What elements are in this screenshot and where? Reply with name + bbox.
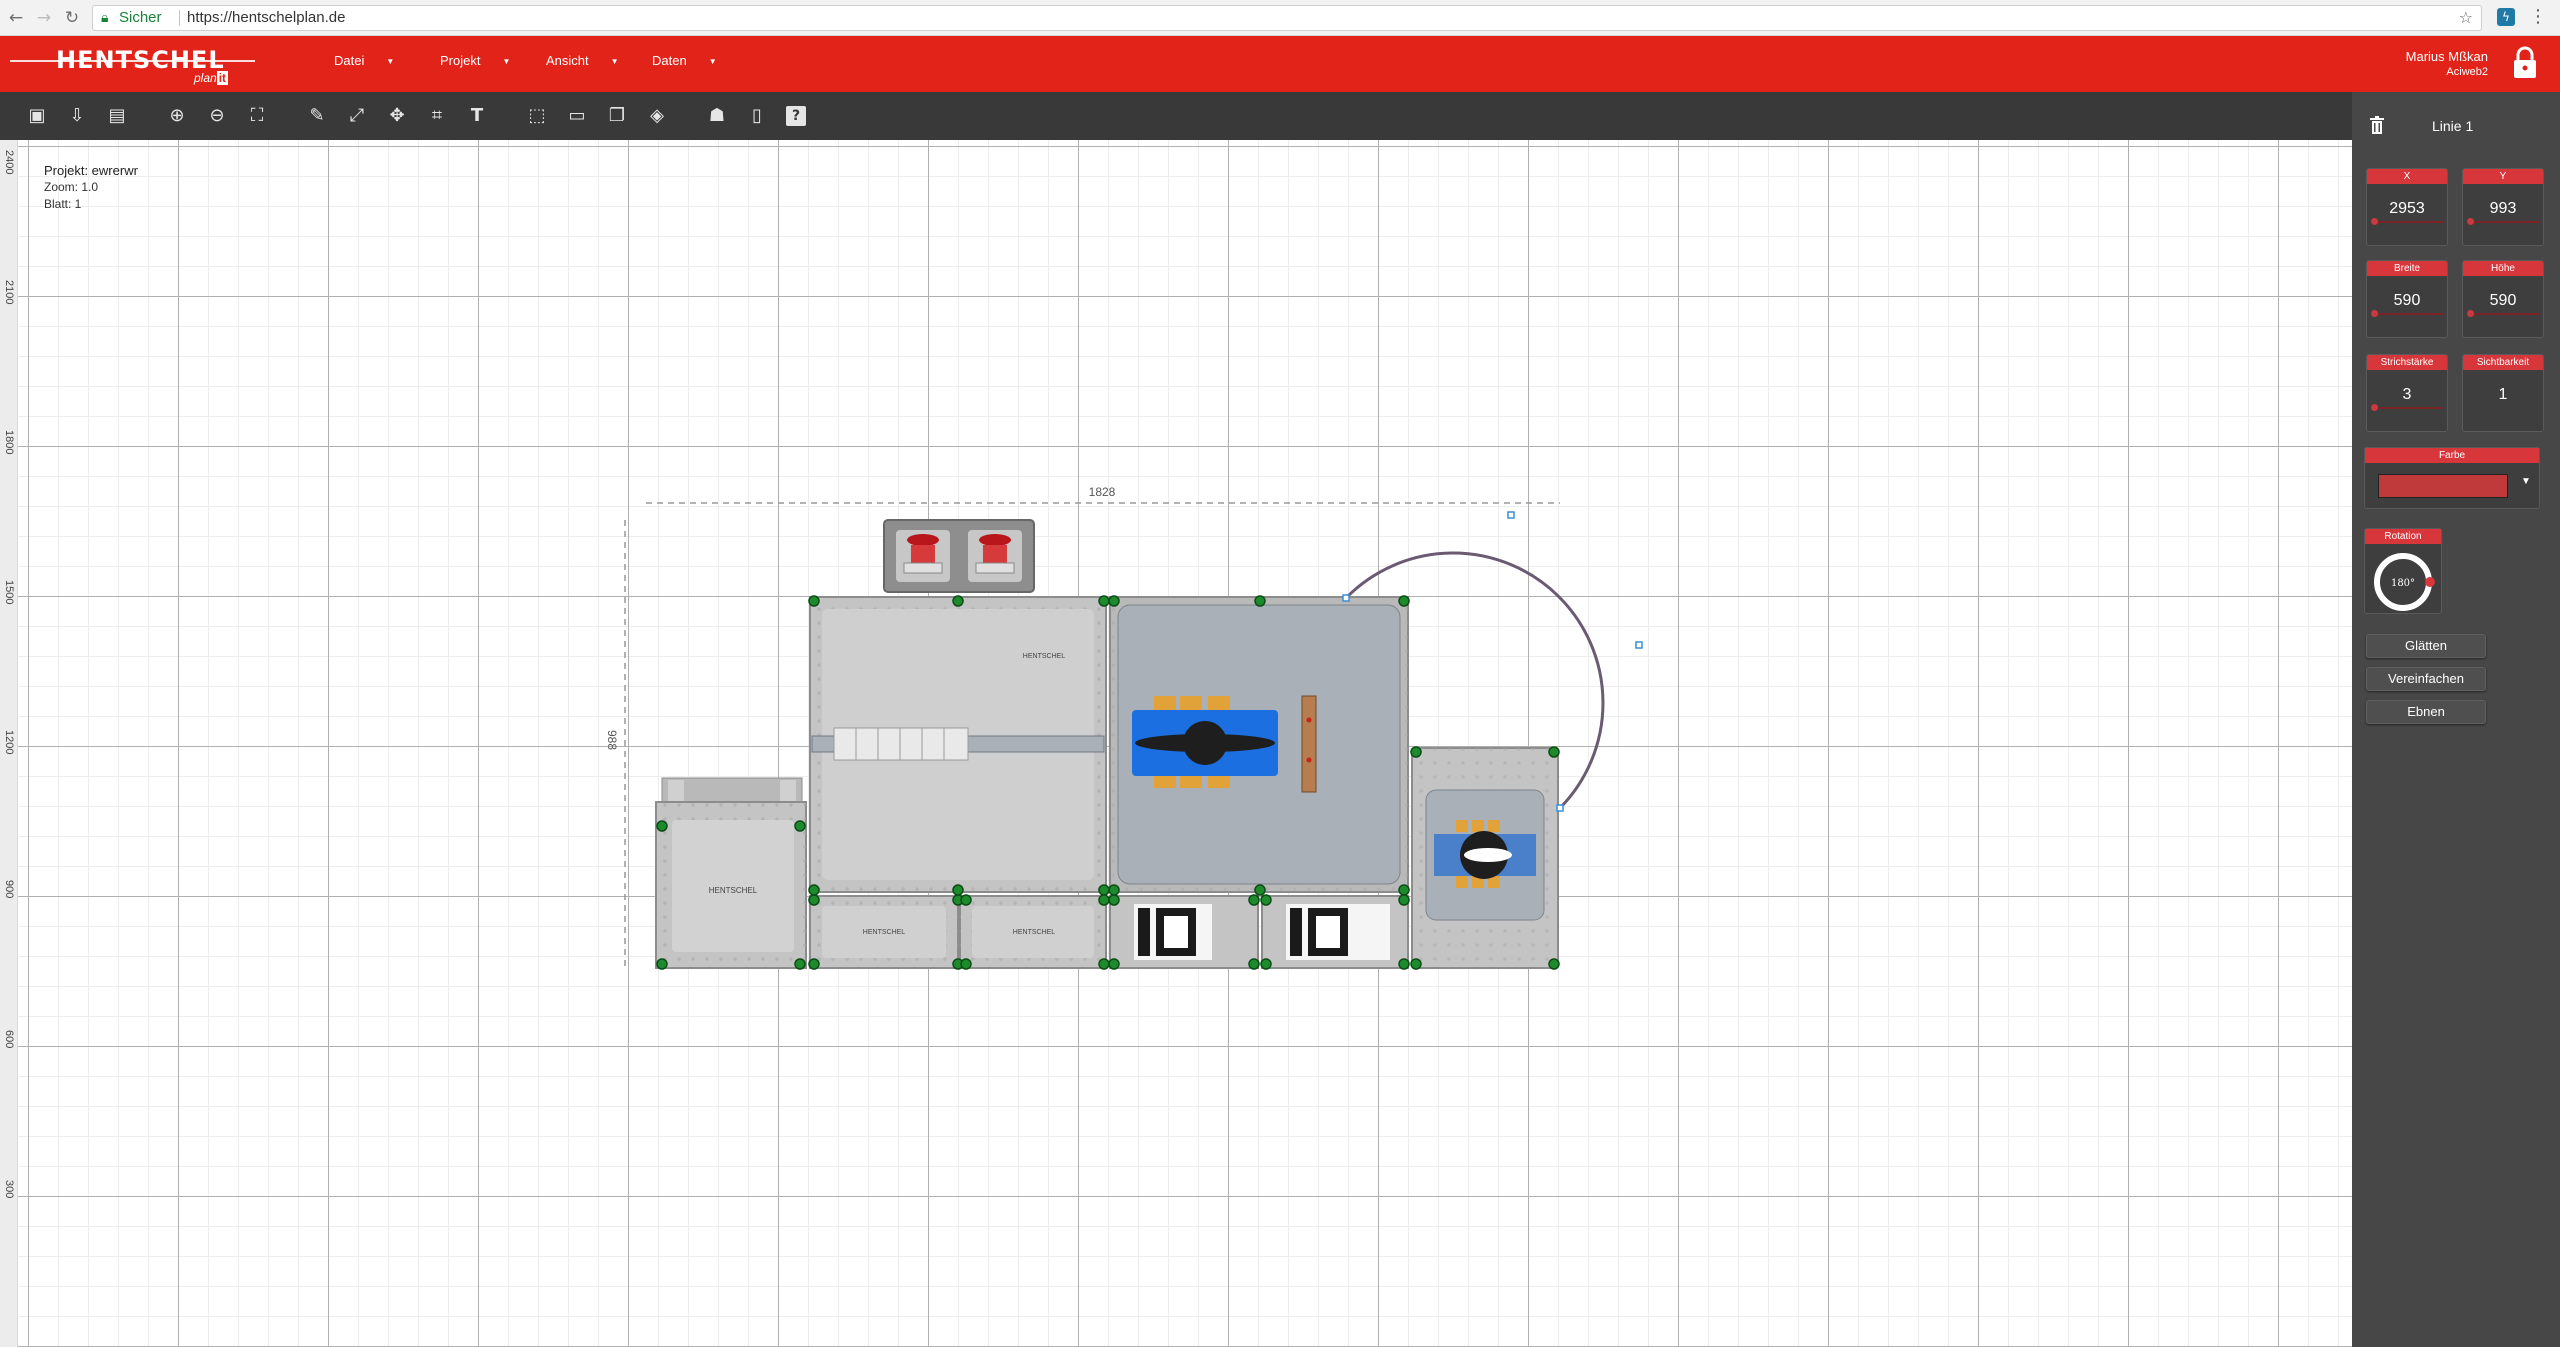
text-icon[interactable]: T [464, 103, 490, 129]
properties-panel: Linie 1 X 2953 Y 993 Breite 590 Höhe 590… [2352, 92, 2560, 1347]
enclosure-main-left[interactable]: HENTSCHEL [809, 596, 1107, 893]
move-icon[interactable]: ✥ [384, 103, 410, 129]
help-icon[interactable]: ? [786, 106, 806, 126]
reload-icon[interactable]: ↻ [62, 8, 82, 28]
menu-ansicht[interactable]: Ansicht ▼ [546, 53, 619, 68]
color-swatch[interactable] [2378, 474, 2508, 498]
select-icon[interactable]: ⬚ [524, 103, 550, 129]
user-icon[interactable]: ☗ [704, 103, 730, 129]
prop-x[interactable]: X 2953 [2366, 168, 2448, 246]
svg-text:HENTSCHEL: HENTSCHEL [863, 929, 906, 936]
enclosure-right-switch[interactable] [1411, 747, 1559, 969]
back-icon[interactable]: ← [6, 8, 26, 28]
svg-text:180°: 180° [2391, 578, 2415, 589]
fuse-box-1[interactable] [1109, 895, 1259, 969]
fill-icon[interactable]: ◈ [644, 103, 670, 129]
vereinfachen-button[interactable]: Vereinfachen [2366, 667, 2486, 691]
save-icon[interactable]: ▣ [24, 103, 50, 129]
rotation-dial[interactable]: 180° [2365, 544, 2443, 614]
line-icon[interactable]: ⤢ [344, 103, 370, 129]
drawing-canvas[interactable]: Projekt: ewrerwr Zoom: 1.0 Blatt: 1 1828… [18, 140, 2352, 1347]
prop-breite[interactable]: Breite 590 [2366, 260, 2448, 338]
toolbar: ▣ ⇩ ▤ ⊕ ⊖ ⛶ ✎ ⤢ ✥ ⌗ T ⬚ ▭ ❐ ◈ ☗ ▯ ? [0, 92, 2352, 140]
prop-hoehe[interactable]: Höhe 590 [2462, 260, 2544, 338]
ebnen-button[interactable]: Ebnen [2366, 700, 2486, 724]
user-org: Aciweb2 [2446, 66, 2488, 78]
url-text[interactable]: https://hentschelplan.de [187, 6, 345, 30]
transform-icon[interactable]: ⌗ [424, 103, 450, 129]
user-info: Marius Mßkan Aciweb2 [2406, 49, 2488, 78]
fuse-box-2[interactable] [1261, 895, 1409, 969]
menu-datei[interactable]: Datei ▼ [334, 53, 394, 68]
selection-handle[interactable] [1556, 804, 1564, 812]
export-icon[interactable]: ▤ [104, 103, 130, 129]
bookmark-star-icon[interactable]: ☆ [2459, 6, 2473, 30]
prop-strichstaerke[interactable]: Strichstärke 3 [2366, 354, 2448, 432]
book-icon[interactable]: ▯ [744, 103, 770, 129]
enclosure-small-left[interactable]: HENTSCHEL [655, 777, 807, 969]
chevron-down-icon[interactable]: ▼ [2521, 476, 2531, 487]
svg-text:HENTSCHEL: HENTSCHEL [1023, 653, 1066, 660]
svg-text:HENTSCHEL: HENTSCHEL [1013, 929, 1056, 936]
delete-icon[interactable] [2370, 116, 2384, 134]
secure-lock-icon: 🔒︎ [101, 10, 109, 26]
address-bar[interactable]: 🔒︎ Sicher https://hentschelplan.de ☆ [92, 5, 2482, 31]
enclosure-bottom-1[interactable]: HENTSCHEL [809, 895, 959, 969]
prop-sichtbarkeit[interactable]: Sichtbarkeit 1 [2462, 354, 2544, 432]
secure-label: Sicher [119, 9, 162, 26]
browser-bar: ← → ↻ 🔒︎ Sicher https://hentschelplan.de… [0, 0, 2560, 36]
enclosure-bottom-2[interactable]: HENTSCHEL [959, 895, 1107, 969]
glaetten-button[interactable]: Glätten [2366, 634, 2486, 658]
ruler-icon[interactable]: ▭ [564, 103, 590, 129]
svg-text:HENTSCHEL: HENTSCHEL [709, 886, 758, 895]
selection-handle[interactable] [1635, 641, 1643, 649]
zoom-out-icon[interactable]: ⊖ [204, 103, 230, 129]
schematic-drawing[interactable]: 1828 988 HENTSCHEL HENTSCHEL HENTSCHEL H… [18, 140, 2352, 1347]
hentschel-logo[interactable]: HENTSCHEL plan it [10, 42, 260, 86]
extension-icon[interactable]: ϟ [2497, 8, 2515, 26]
draw-icon[interactable]: ✎ [304, 103, 330, 129]
menu-projekt[interactable]: Projekt ▼ [440, 53, 510, 68]
forward-icon[interactable]: → [34, 8, 54, 28]
control-unit-top[interactable] [883, 519, 1035, 593]
copy-icon[interactable]: ❐ [604, 103, 630, 129]
enclosure-main-switch[interactable] [1109, 596, 1409, 893]
zoom-fit-icon[interactable]: ⛶ [244, 103, 270, 129]
selection-handle[interactable] [1507, 511, 1515, 519]
dimension-height-label: 988 [605, 730, 619, 750]
user-name: Marius Mßkan [2405, 49, 2488, 64]
menu-daten[interactable]: Daten ▼ [652, 53, 717, 68]
selection-handle[interactable] [1342, 594, 1350, 602]
panel-title: Linie 1 [2432, 118, 2474, 134]
vertical-ruler: 2400 2100 1800 1500 1200 900 600 300 [0, 140, 18, 1347]
dimension-width-label: 1828 [1089, 485, 1116, 499]
logout-lock-icon[interactable] [2512, 46, 2538, 80]
import-icon[interactable]: ⇩ [64, 103, 90, 129]
rotation-control[interactable]: Rotation 180° [2364, 528, 2442, 614]
app-header: HENTSCHEL plan it Datei ▼ Projekt ▼ Ansicht… [0, 36, 2560, 92]
zoom-in-icon[interactable]: ⊕ [164, 103, 190, 129]
browser-menu-icon[interactable]: ⋮ [2528, 7, 2548, 27]
color-picker[interactable]: Farbe ▼ [2364, 447, 2540, 509]
prop-y[interactable]: Y 993 [2462, 168, 2544, 246]
